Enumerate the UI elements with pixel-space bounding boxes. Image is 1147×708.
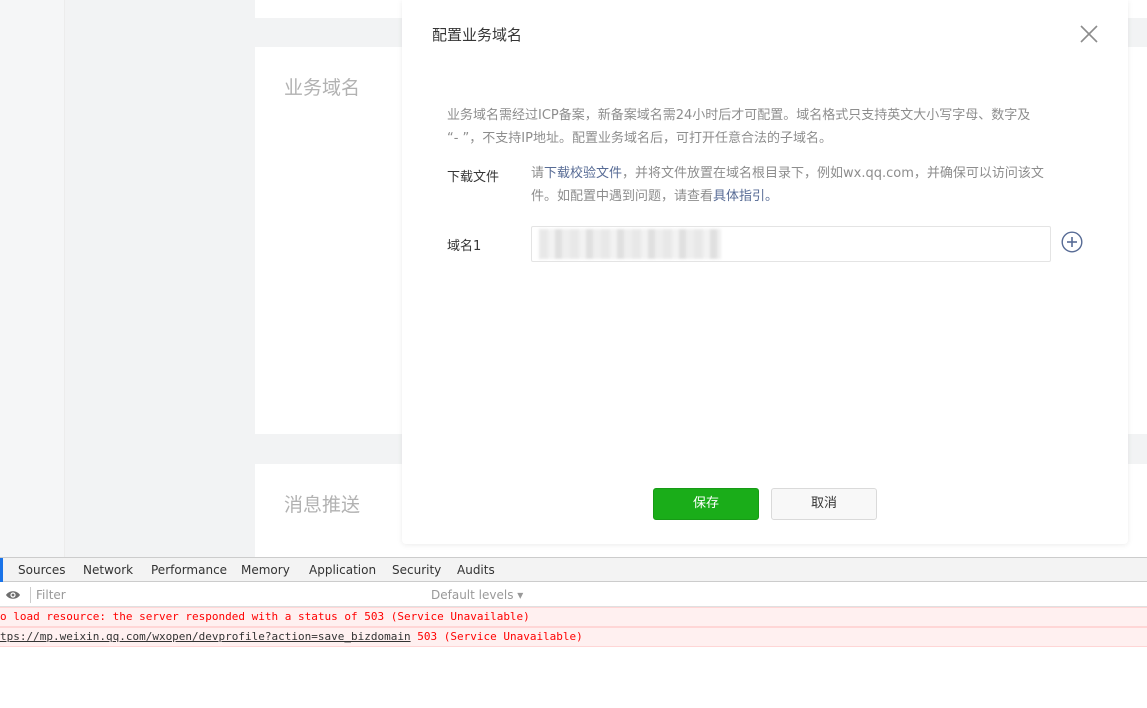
console-error-text: o load resource: the server responded wi… xyxy=(0,610,530,623)
guide-link[interactable]: 具体指引。 xyxy=(713,189,778,204)
tab-application[interactable]: Application xyxy=(309,563,376,577)
devtools-panel: Sources Network Performance Memory Appli… xyxy=(0,557,1147,708)
tab-performance[interactable]: Performance xyxy=(151,563,227,577)
configure-domain-dialog: 配置业务域名 业务域名需经过ICP备案，新备案域名需24小时后才可配置。域名格式… xyxy=(402,0,1128,544)
active-tab-indicator xyxy=(0,558,3,582)
toolbar-divider xyxy=(30,587,31,603)
plus-circle-icon[interactable] xyxy=(1061,231,1083,253)
dialog-description: 业务域名需经过ICP备案，新备案域名需24小时后才可配置。域名格式只支持英文大小… xyxy=(447,104,1087,150)
download-verification-file-link[interactable]: 下载校验文件 xyxy=(544,166,622,181)
tab-security[interactable]: Security xyxy=(392,563,441,577)
cancel-button[interactable]: 取消 xyxy=(771,488,877,520)
message-push-title: 消息推送 xyxy=(284,494,361,516)
tab-network[interactable]: Network xyxy=(83,563,133,577)
left-sidebar xyxy=(0,0,65,557)
page-background: 业务域名 消息推送 配置业务域名 业务域名需经过ICP备案，新备案域名需24小时… xyxy=(0,0,1147,557)
save-button[interactable]: 保存 xyxy=(653,488,759,520)
description-line-1: 业务域名需经过ICP备案，新备案域名需24小时后才可配置。域名格式只支持英文大小… xyxy=(447,108,1031,123)
close-icon[interactable] xyxy=(1078,23,1100,45)
download-file-label: 下载文件 xyxy=(447,170,500,185)
eye-icon[interactable] xyxy=(5,589,21,601)
console-toolbar: Default levels ▾ xyxy=(0,583,1147,607)
console-error-row: o load resource: the server responded wi… xyxy=(0,607,1147,627)
devtools-tab-bar: Sources Network Performance Memory Appli… xyxy=(0,558,1147,582)
download-text-mid: ，并将文件放置在域名根目录下，例如wx.qq.com，并确保可以访问该文 xyxy=(622,166,1044,181)
tab-memory[interactable]: Memory xyxy=(241,563,290,577)
tab-sources[interactable]: Sources xyxy=(18,563,65,577)
console-filter-input[interactable] xyxy=(36,586,426,604)
dialog-title: 配置业务域名 xyxy=(432,26,523,44)
console-error-text: 503 (Service Unavailable) xyxy=(410,630,583,643)
download-text-prefix: 请 xyxy=(531,166,545,181)
business-domain-title: 业务域名 xyxy=(284,77,361,99)
description-line-2: “- ”，不支持IP地址。配置业务域名后，可打开任意合法的子域名。 xyxy=(447,131,832,146)
download-file-instructions: 请下载校验文件，并将文件放置在域名根目录下，例如wx.qq.com，并确保可以访… xyxy=(531,162,1087,208)
redacted-domain-value xyxy=(539,229,721,259)
download-text-line2: 件。如配置中遇到问题，请查看 xyxy=(531,189,714,204)
domain-1-label: 域名1 xyxy=(447,239,482,254)
default-levels-dropdown[interactable]: Default levels ▾ xyxy=(431,588,523,602)
console-error-url-link[interactable]: tps://mp.weixin.qq.com/wxopen/devprofile… xyxy=(0,630,411,643)
console-error-row: tps://mp.weixin.qq.com/wxopen/devprofile… xyxy=(0,627,1147,647)
tab-audits[interactable]: Audits xyxy=(457,563,495,577)
